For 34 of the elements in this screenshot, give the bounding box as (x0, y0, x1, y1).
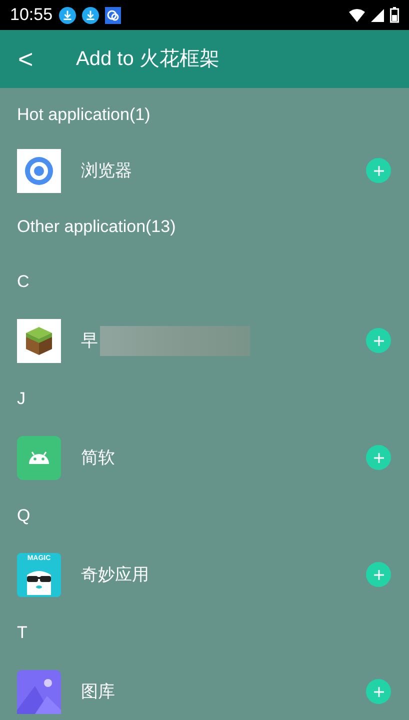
plus-icon (374, 452, 384, 462)
app-name: 图库 (81, 680, 115, 703)
app-name: 简软 (81, 446, 115, 469)
android-app-icon (17, 436, 61, 480)
section-heading: Hot application(1) (17, 104, 150, 126)
add-button[interactable] (366, 562, 391, 587)
page-title: Add to 火花框架 (76, 47, 220, 72)
index-letter: C (17, 271, 30, 294)
add-button[interactable] (366, 158, 391, 183)
gallery-app-icon (17, 670, 61, 714)
grass-block-app-icon (17, 318, 61, 362)
index-letter: Q (17, 505, 30, 528)
signal-icon (371, 8, 384, 22)
index-letter: T (17, 622, 28, 644)
add-button[interactable] (366, 445, 391, 470)
download-icon (58, 6, 76, 24)
app-name: 早 (81, 330, 98, 352)
battery-icon (390, 7, 399, 23)
app-notification-icon (104, 6, 121, 24)
app-name: 奇妙应用 (81, 564, 149, 586)
plus-icon (374, 336, 384, 346)
add-button[interactable] (366, 328, 391, 353)
plus-icon (374, 686, 384, 696)
add-button[interactable] (366, 679, 391, 704)
browser-app-icon (17, 148, 61, 192)
wifi-icon (349, 8, 365, 22)
section-heading: Other application(13) (17, 216, 176, 238)
status-time: 10:55 (10, 4, 53, 26)
download-icon (82, 6, 99, 24)
index-letter: J (17, 388, 26, 410)
plus-icon (374, 166, 384, 176)
back-button[interactable]: < (0, 46, 60, 72)
plus-icon (374, 570, 384, 580)
app-name: 浏览器 (81, 160, 132, 182)
